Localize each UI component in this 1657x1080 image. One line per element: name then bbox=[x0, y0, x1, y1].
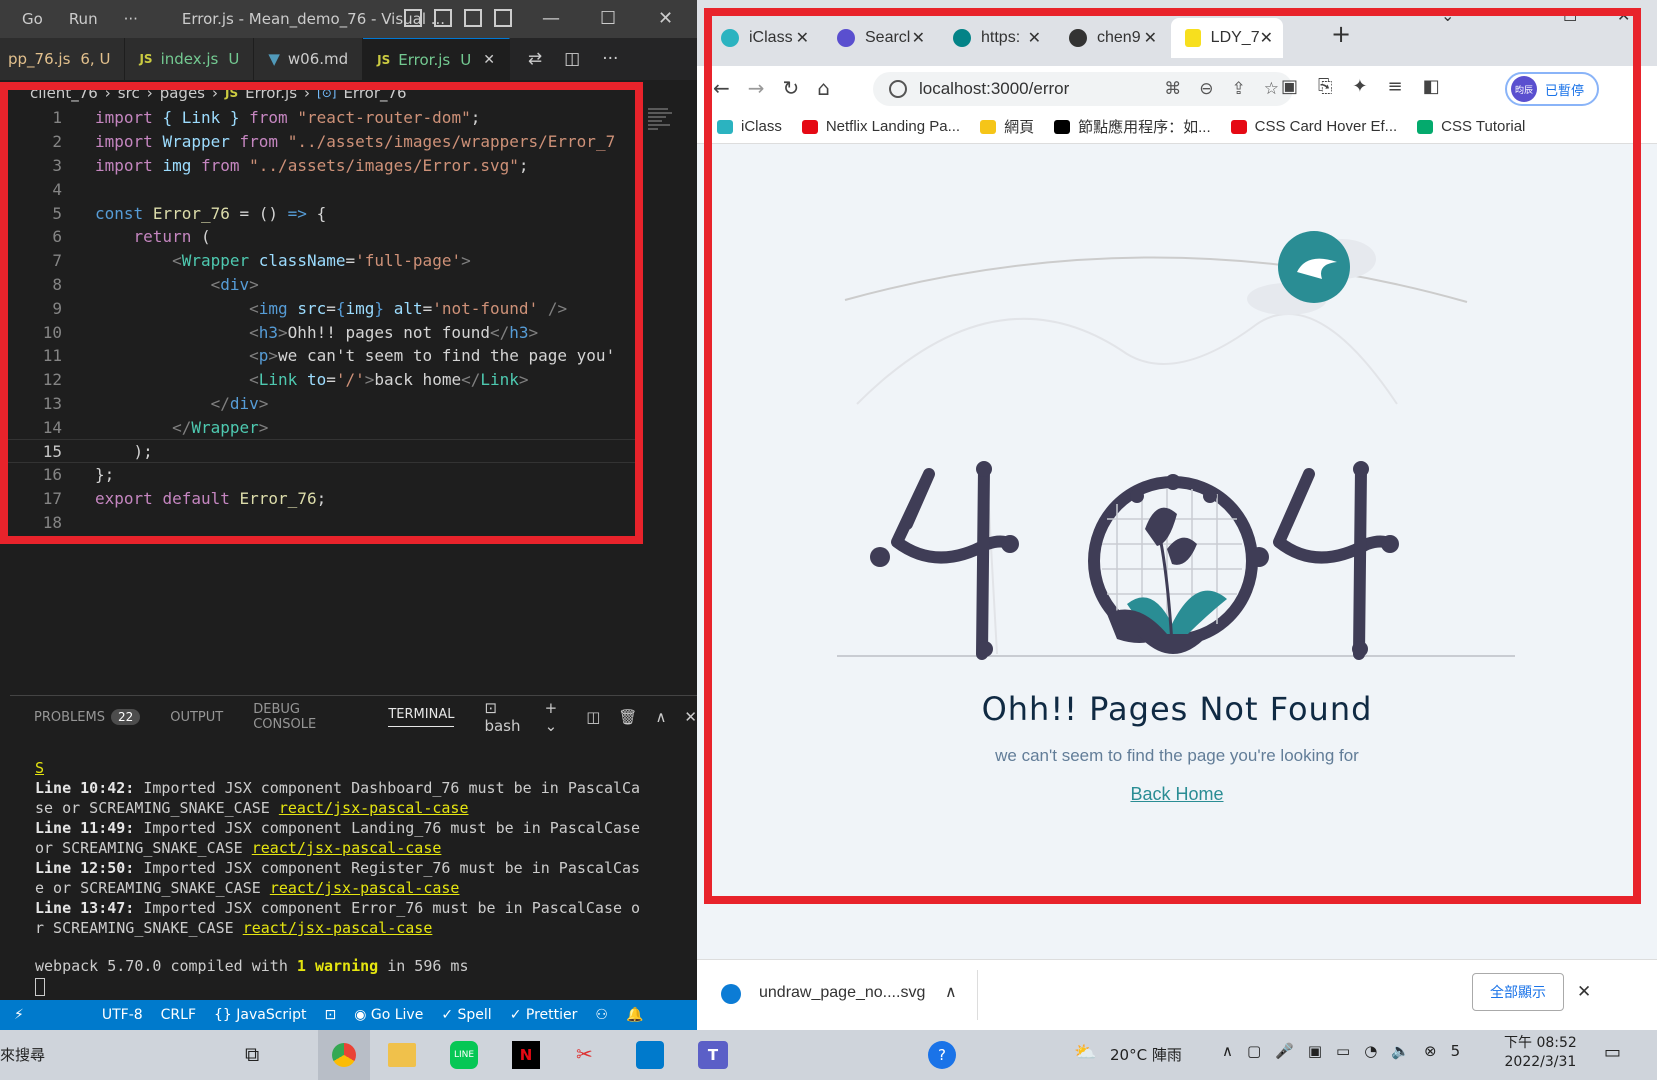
close-panel-icon[interactable]: ✕ bbox=[684, 708, 697, 726]
chrome-taskbar-icon[interactable] bbox=[318, 1030, 370, 1080]
new-terminal-icon[interactable]: + ⌄ bbox=[545, 699, 569, 735]
vscode-taskbar-icon[interactable] bbox=[636, 1041, 664, 1069]
split-editor-icon[interactable]: ◫ bbox=[564, 49, 580, 69]
toggle-sidebar-icon[interactable] bbox=[404, 9, 422, 27]
close-window-icon[interactable]: ✕ bbox=[658, 8, 673, 29]
help-icon[interactable]: ? bbox=[928, 1041, 956, 1069]
prettier-status[interactable]: ✓ Prettier bbox=[510, 1007, 578, 1023]
editor-actions: ⇄ ◫ ··· bbox=[528, 38, 619, 80]
feedback-icon[interactable]: ⊡ bbox=[324, 1007, 336, 1023]
highlight-box bbox=[0, 82, 643, 544]
more-actions-icon[interactable]: ··· bbox=[602, 49, 618, 69]
taskbar: 來搜尋 ⧉ LINE N ✂ T ? ⛅ 20°C 陣雨 ∧ ▢ 🎤 ▣ ▭ ◔… bbox=[0, 1030, 1657, 1080]
terminal-output[interactable]: S Line 10:42: Imported JSX component Das… bbox=[10, 738, 697, 996]
chevron-up-icon[interactable]: ∧ bbox=[945, 982, 957, 1002]
go-live-button[interactable]: ◉ Go Live bbox=[354, 1007, 423, 1023]
terminal-shell-selector[interactable]: ⊡ bash bbox=[484, 699, 526, 735]
account-icon[interactable]: ⚇ bbox=[595, 1007, 608, 1023]
tab-w06-md[interactable]: ▼ w06.md bbox=[254, 38, 364, 80]
input-method-icon[interactable]: 5 bbox=[1451, 1042, 1461, 1060]
trash-icon[interactable]: 🗑 bbox=[618, 708, 637, 726]
terminal-toolbar: ⊡ bash + ⌄ ◫ 🗑 ∧ ✕ bbox=[484, 699, 697, 735]
encoding-indicator[interactable]: UTF-8 bbox=[102, 1007, 143, 1023]
microphone-icon[interactable]: 🎤 bbox=[1275, 1042, 1294, 1060]
tab-output[interactable]: OUTPUT bbox=[170, 710, 223, 725]
snipping-tool-icon[interactable]: ✂ bbox=[576, 1042, 593, 1066]
js-file-icon: JS bbox=[377, 52, 391, 67]
eol-indicator[interactable]: CRLF bbox=[161, 1007, 196, 1023]
close-tab-icon[interactable]: ✕ bbox=[483, 52, 495, 68]
markdown-file-icon: ▼ bbox=[268, 50, 280, 68]
terminal-line: or SCREAMING_SNAKE_CASE react/jsx-pascal… bbox=[35, 839, 442, 857]
terminal-line: Line 10:42: Imported JSX component Dashb… bbox=[35, 779, 641, 797]
notification-center-icon[interactable]: ▭ bbox=[1604, 1042, 1621, 1063]
system-tray: ∧ ▢ 🎤 ▣ ▭ ◔ 🔈 ⊗ 5 bbox=[1222, 1042, 1460, 1060]
display-icon[interactable]: ▣ bbox=[1308, 1042, 1322, 1060]
toggle-panel-icon[interactable] bbox=[434, 9, 452, 27]
tab-error-js[interactable]: JS Error.js U ✕ bbox=[363, 38, 510, 80]
maximize-panel-icon[interactable]: ∧ bbox=[655, 708, 666, 726]
volume-icon[interactable]: 🔈 bbox=[1391, 1042, 1410, 1060]
terminal-cursor bbox=[35, 978, 45, 996]
taskbar-search-box[interactable]: 來搜尋 bbox=[0, 1044, 45, 1065]
task-view-icon[interactable]: ⧉ bbox=[245, 1042, 259, 1066]
vscode-titlebar: Go Run ··· Error.js - Mean_demo_76 - Vis… bbox=[0, 0, 697, 38]
netflix-icon[interactable]: N bbox=[512, 1041, 540, 1069]
status-bar: ⚡ UTF-8 CRLF {} JavaScript ⊡ ◉ Go Live ✓… bbox=[0, 1000, 697, 1030]
tab-index-js[interactable]: JS index.js U bbox=[125, 38, 255, 80]
language-mode[interactable]: {} JavaScript bbox=[214, 1007, 306, 1023]
highlight-box bbox=[704, 8, 1641, 904]
layout-controls bbox=[404, 9, 512, 27]
battery-icon[interactable]: ▭ bbox=[1336, 1042, 1350, 1060]
terminal-icon: ⊡ bbox=[484, 699, 498, 717]
compare-changes-icon[interactable]: ⇄ bbox=[528, 49, 542, 69]
downloads-bar: undraw_page_no....svg ∧ 全部顯示 ✕ bbox=[697, 959, 1657, 1030]
weather-icon[interactable]: ⛅ bbox=[1074, 1042, 1096, 1063]
line-app-icon[interactable]: LINE bbox=[450, 1041, 478, 1069]
spell-status[interactable]: ✓ Spell bbox=[441, 1007, 491, 1023]
menu-more[interactable]: ··· bbox=[124, 10, 138, 28]
minimap[interactable] bbox=[648, 106, 676, 146]
minimize-icon[interactable]: — bbox=[542, 8, 560, 29]
tab-problems[interactable]: PROBLEMS 22 bbox=[34, 708, 141, 725]
download-filename[interactable]: undraw_page_no....svg bbox=[759, 984, 925, 1002]
terminal-line: Line 12:50: Imported JSX component Regis… bbox=[35, 859, 641, 877]
customize-layout-icon[interactable] bbox=[494, 9, 512, 27]
panel: PROBLEMS 22 OUTPUT DEBUG CONSOLE TERMINAL… bbox=[10, 695, 697, 1003]
terminal-line: Line 13:47: Imported JSX component Error… bbox=[35, 899, 641, 917]
split-terminal-icon[interactable]: ◫ bbox=[586, 708, 600, 726]
clock[interactable]: 下午 08:52 2022/3/31 bbox=[1504, 1034, 1577, 1072]
weather-text[interactable]: 20°C 陣雨 bbox=[1110, 1044, 1182, 1065]
terminal-line: se or SCREAMING_SNAKE_CASE react/jsx-pas… bbox=[35, 799, 469, 817]
problems-count-badge: 22 bbox=[110, 708, 141, 725]
notifications-icon[interactable]: 🔔 bbox=[626, 1007, 643, 1023]
menu-go[interactable]: Go bbox=[22, 10, 43, 28]
tab-app-js[interactable]: pp_76.js 6, U bbox=[0, 38, 126, 80]
terminal-line: e or SCREAMING_SNAKE_CASE react/jsx-pasc… bbox=[35, 879, 460, 897]
js-file-icon: JS bbox=[139, 52, 153, 66]
teams-icon[interactable]: T bbox=[698, 1041, 728, 1069]
device-icon[interactable]: ▢ bbox=[1247, 1042, 1261, 1060]
maximize-icon[interactable]: ☐ bbox=[600, 8, 616, 29]
chevron-up-icon[interactable]: ∧ bbox=[1222, 1042, 1233, 1060]
tab-terminal[interactable]: TERMINAL bbox=[388, 707, 455, 727]
terminal-line: r SCREAMING_SNAKE_CASE react/jsx-pascal-… bbox=[35, 919, 433, 937]
panel-tabs: PROBLEMS 22 OUTPUT DEBUG CONSOLE TERMINAL… bbox=[10, 696, 697, 738]
show-all-button[interactable]: 全部顯示 bbox=[1472, 973, 1564, 1011]
editor-tabs: pp_76.js 6, U JS index.js U ▼ w06.md JS … bbox=[0, 38, 697, 80]
wifi-icon[interactable]: ◔ bbox=[1364, 1042, 1377, 1060]
toggle-secondary-sidebar-icon[interactable] bbox=[464, 9, 482, 27]
file-explorer-icon[interactable] bbox=[388, 1043, 416, 1067]
close-downloads-icon[interactable]: ✕ bbox=[1577, 982, 1591, 1002]
stop-icon[interactable]: ⊗ bbox=[1424, 1042, 1437, 1060]
tab-debug-console[interactable]: DEBUG CONSOLE bbox=[253, 702, 358, 732]
remote-icon[interactable]: ⚡ bbox=[14, 1007, 24, 1023]
terminal-line: webpack 5.70.0 compiled with 1 warning i… bbox=[35, 957, 469, 975]
terminal-line: S bbox=[35, 759, 45, 777]
terminal-line: Line 11:49: Imported JSX component Landi… bbox=[35, 819, 641, 837]
edge-file-icon bbox=[721, 984, 741, 1004]
menu-run[interactable]: Run bbox=[69, 10, 98, 28]
